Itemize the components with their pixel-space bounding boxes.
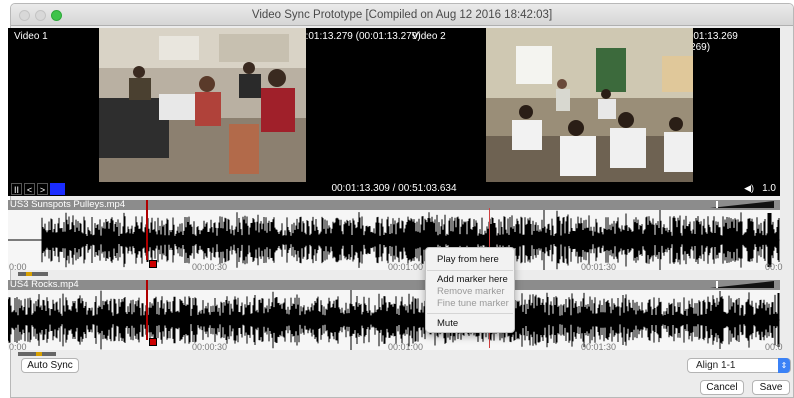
window-title: Video Sync Prototype [Compiled on Aug 12… <box>251 9 553 21</box>
video1-label: Video 1 <box>14 31 48 42</box>
title-bar: Video Sync Prototype [Compiled on Aug 12… <box>11 4 793 26</box>
video-panel: Video 1 Frame: 00:01:13.279 (00:01:13.27… <box>8 28 780 182</box>
track1-name: US3 Sunspots Pulleys.mp4 <box>10 199 126 210</box>
track1-waveform[interactable]: 0:00 00:00:30 00:01:00 00:01:30 00:0 <box>8 200 783 272</box>
speaker-icon[interactable]: ◀) <box>744 183 754 194</box>
auto-sync-button[interactable]: Auto Sync <box>21 358 79 373</box>
video1-frame[interactable] <box>99 28 306 182</box>
track2-tick: 00:00:30 <box>192 342 228 352</box>
track2-waveform[interactable]: 0:00 00:00:30 00:01:00 00:01:30 00:0 <box>8 280 783 352</box>
track1-volume-slider[interactable] <box>710 201 774 208</box>
track2-tick: 00:01:30 <box>581 342 617 352</box>
save-button[interactable]: Save <box>752 380 790 395</box>
track2-name: US4 Rocks.mp4 <box>10 279 79 290</box>
waveform-path <box>8 210 780 270</box>
align-select[interactable]: Align 1-1 ⇕ <box>687 358 791 373</box>
track2-volume-slider[interactable] <box>710 281 774 288</box>
video2-frame[interactable] <box>486 28 693 182</box>
align-select-value: Align 1-1 <box>696 360 736 371</box>
waveform-context-menu: Play from here Add marker here Remove ma… <box>425 247 515 333</box>
track1-tick: 00:0 <box>765 262 783 272</box>
menu-item-play-from-here[interactable]: Play from here <box>437 254 499 265</box>
track2-mini-marker <box>36 352 42 356</box>
menu-separator <box>427 313 513 314</box>
playback-controls: II < > 00:01:13.309 / 00:51:03.634 ◀) 1.… <box>8 182 780 196</box>
track2-marker-handle[interactable] <box>149 338 157 346</box>
track2-tick: 00:01:00 <box>388 342 424 352</box>
track1-tick: 00:01:30 <box>581 262 617 272</box>
track1-waveform-graphic <box>8 210 780 270</box>
track1-mini-marker <box>26 272 32 276</box>
track2-header: US4 Rocks.mp4 <box>8 279 780 290</box>
track1-tick: 00:00:30 <box>192 262 228 272</box>
track2-tick: 00:0 <box>765 342 783 352</box>
chevron-updown-icon: ⇕ <box>778 358 790 373</box>
track1-marker-handle[interactable] <box>149 260 157 268</box>
waveform-path <box>8 290 780 350</box>
playback-timecode: 00:01:13.309 / 00:51:03.634 <box>331 183 457 194</box>
menu-item-add-marker[interactable]: Add marker here <box>437 274 508 285</box>
video2-label: Video 2 <box>412 31 446 42</box>
menu-separator <box>427 270 513 271</box>
track2-tick: 0:00 <box>9 342 27 352</box>
cancel-button[interactable]: Cancel <box>700 380 744 395</box>
track1-header: US3 Sunspots Pulleys.mp4 <box>8 199 780 210</box>
track1-mini-position[interactable] <box>18 272 48 276</box>
menu-item-mute[interactable]: Mute <box>437 318 458 329</box>
playback-speed[interactable]: 1.0 <box>762 183 776 194</box>
menu-item-remove-marker: Remove marker <box>437 286 505 297</box>
track2-waveform-graphic <box>8 290 780 350</box>
track1-sync-marker[interactable] <box>146 200 148 260</box>
track1-tick: 0:00 <box>9 262 27 272</box>
track1-tick: 00:01:00 <box>388 262 424 272</box>
track2-sync-marker[interactable] <box>146 280 148 340</box>
menu-item-fine-tune-marker: Fine tune marker <box>437 298 509 309</box>
